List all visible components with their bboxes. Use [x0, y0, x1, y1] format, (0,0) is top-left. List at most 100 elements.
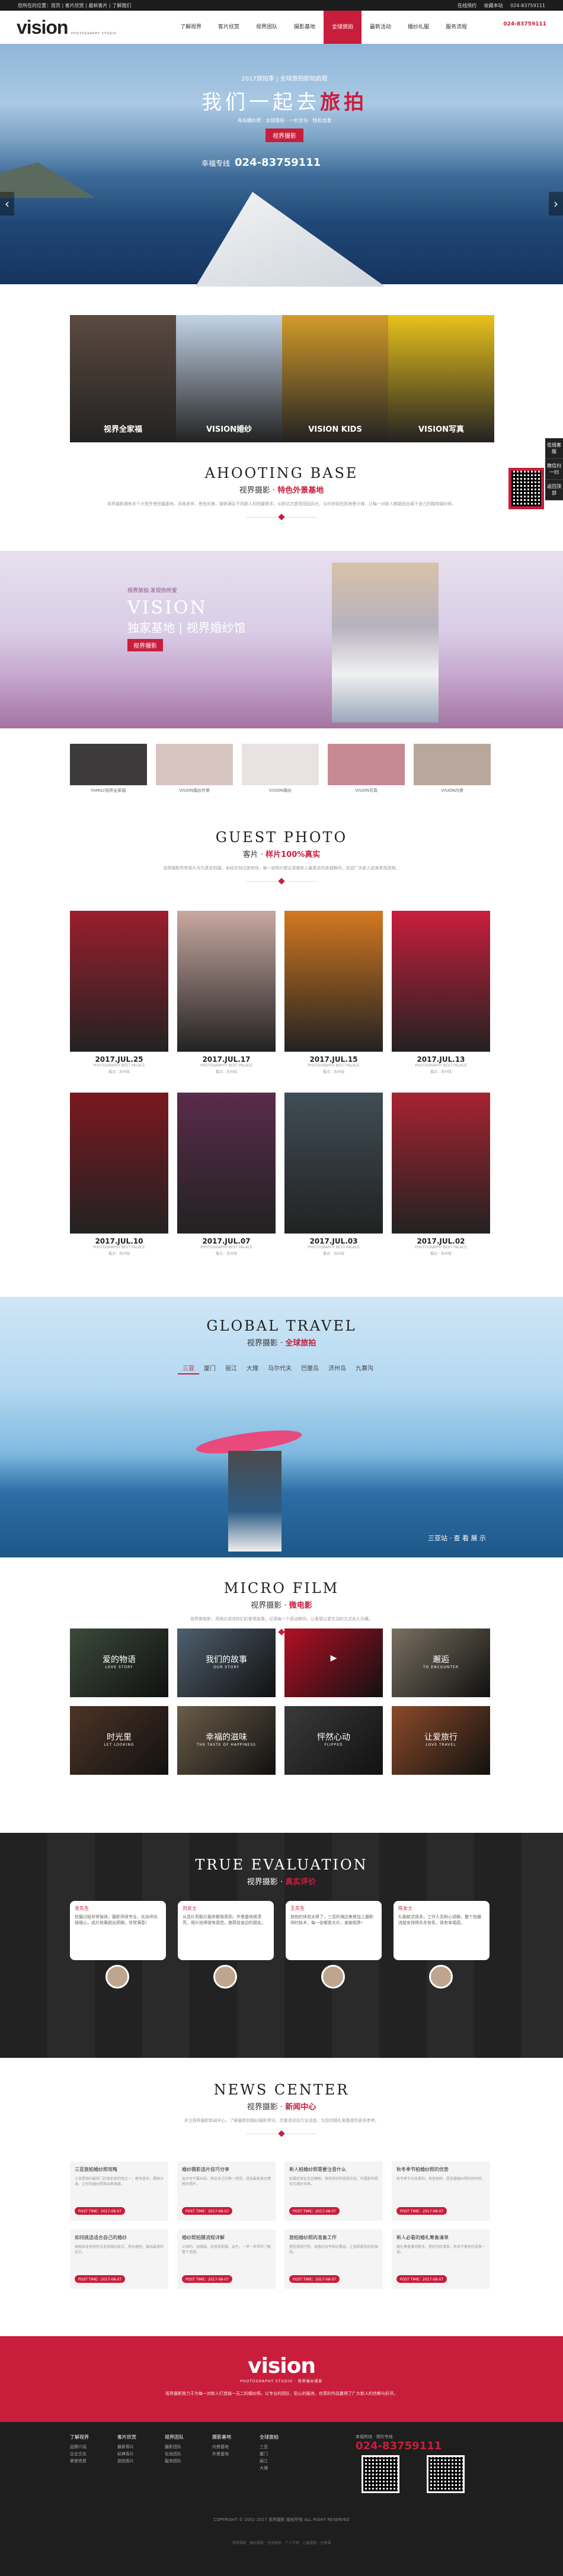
avatar [105, 1965, 129, 1989]
footer-columns: 了解视界 品牌介绍 企业文化 荣誉资质 客片欣赏 最新客片 经典客片 旅拍客片 视界团队 摄影团队… [70, 2434, 307, 2472]
news-card[interactable]: 秋冬季节拍婚纱照的优势 秋冬季节光线柔和，景色独特，是拍摄婚纱照的好时机。 POST… [392, 2161, 490, 2221]
news-card[interactable]: 婚纱照拍摄流程详解 从预约、选服装、化妆到拍摄、选片，一步一步带你了解整个流程。 P… [177, 2230, 276, 2289]
evaluation-card[interactable]: 张先生 拍摄过程非常愉快，摄影师很专业，化妆师也很细心，成片效果超出预期，非常满意… [70, 1901, 166, 1989]
travel-tab[interactable]: 济州岛 [324, 1362, 351, 1374]
guest-photo-card[interactable]: 2017.JUL.03 PHOTOGRAPHY BEST PALACE 摄点：苏州馆 [284, 1093, 383, 1256]
evaluation-card[interactable]: 刘女士 从选片到取片服务都很周到，外景基地很漂亮，照片拍得很有感觉，推荐给身边的朋… [178, 1901, 274, 1989]
base-thumb-image [328, 744, 405, 785]
footer-column-heading: 了解视界 [70, 2434, 89, 2440]
travel-tab[interactable]: 厦门 [199, 1362, 220, 1374]
category-label: 视界全家福 [103, 425, 142, 434]
online-service-button[interactable]: 在线客服 [545, 438, 563, 459]
category-card[interactable]: VISION写真 [388, 315, 494, 442]
guest-photo-card[interactable]: 2017.JUL.17 PHOTOGRAPHY BEST PALACE 摄点：苏州馆 [177, 911, 276, 1074]
base-thumb-label: VISION写真 [354, 788, 378, 793]
nav-item[interactable]: 客片欣赏 [210, 11, 248, 44]
book-link[interactable]: 在线预约 [458, 3, 476, 8]
nav-item-active[interactable]: 全球旅拍 [324, 11, 362, 44]
guest-photo-card[interactable]: 2017.JUL.13 PHOTOGRAPHY BEST PALACE 摄点：苏州馆 [392, 911, 490, 1074]
film-card[interactable]: 时光里 LET LOOKING [70, 1706, 168, 1775]
film-card[interactable]: 幸福的滋味 THE TASTE OF HAPPINESS [177, 1706, 276, 1775]
footer-link[interactable]: 丽江 [260, 2458, 307, 2465]
news-card[interactable]: 如何挑选适合自己的婚纱 根据自身身材特点选择婚纱款式，扬长避短，展现最美的自己。 P… [70, 2230, 168, 2289]
guest-photo-card[interactable]: 2017.JUL.10 PHOTOGRAPHY BEST PALACE 摄点：苏州馆 [70, 1093, 168, 1256]
film-card[interactable]: 让爱旅行 LOVE TRAVEL [392, 1706, 490, 1775]
travel-tab[interactable]: 马尔代夫 [263, 1362, 296, 1374]
header: vision PHOTOGRAPHY STUDIO 了解视界 客片欣赏 视界团队… [0, 11, 563, 44]
prev-arrow-icon[interactable]: ‹ [0, 192, 14, 216]
travel-tab[interactable]: 巴厘岛 [296, 1362, 324, 1374]
film-card[interactable]: 邂逅 TO ENCOUNTER [392, 1629, 490, 1697]
travel-tab[interactable]: 九寨沟 [351, 1362, 378, 1374]
guest-photo-card[interactable]: 2017.JUL.07 PHOTOGRAPHY BEST PALACE 摄点：苏州馆 [177, 1093, 276, 1256]
nav-item[interactable]: 最新活动 [362, 11, 399, 44]
footer-link[interactable]: 外景基地 [212, 2450, 260, 2458]
footer-link[interactable]: 经典客片 [117, 2450, 165, 2458]
news-post-time: POST TIME：2017-08-07 [75, 2207, 125, 2215]
footer-link[interactable]: 品牌介绍 [70, 2443, 117, 2450]
footer-link[interactable]: 摄影团队 [165, 2443, 212, 2450]
next-arrow-icon[interactable]: › [549, 192, 563, 216]
base-thumb[interactable]: FAMILY视界全家福 [70, 744, 147, 794]
news-desc: 选片时不要纠结，相信自己的第一感觉，挑选最能表达情感的照片。 [182, 2177, 271, 2186]
nav-item[interactable]: 摄影基地 [286, 11, 324, 44]
hero-phone-number: 024-83759111 [235, 156, 321, 169]
travel-tab[interactable]: 大理 [242, 1362, 263, 1374]
category-card[interactable]: VISION KIDS [282, 315, 388, 442]
reviewer-name: 陈女士 [398, 1906, 412, 1911]
base-thumb[interactable]: VISION写真 [328, 744, 405, 794]
travel-tab[interactable]: 三亚 [178, 1362, 199, 1374]
banner-button[interactable]: 视界摄影 [127, 639, 163, 651]
guest-photo-image [284, 1093, 383, 1234]
nav-item[interactable]: 婚纱礼服 [399, 11, 437, 44]
travel-tab[interactable]: 丽江 [220, 1362, 242, 1374]
nav-item[interactable]: 视界团队 [248, 11, 286, 44]
base-thumb[interactable]: VISION婚纱外景 [156, 744, 233, 794]
category-card[interactable]: 视界全家福 [70, 315, 176, 442]
footer-brand: vision PHOTOGRAPHY STUDIO · 视界婚纱摄影 视界摄影致… [0, 2336, 563, 2422]
footer-link[interactable]: 大理 [260, 2465, 307, 2472]
film-card[interactable]: 怦然心动 FLIPPED [284, 1706, 383, 1775]
photo-location: 摄点：苏州馆 [430, 1070, 452, 1074]
news-card[interactable]: 三亚旅拍婚纱照攻略 三亚是国内最热门的旅拍目的地之一，碧海蓝天，椰林沙滩，让你的婚… [70, 2161, 168, 2221]
category-cards: 视界全家福 VISION婚纱 VISION KIDS VISION写真 [70, 315, 494, 442]
travel-sign[interactable]: 三亚站 · 查 看 展 示 [428, 1533, 486, 1543]
footer-link[interactable]: 服务团队 [165, 2458, 212, 2465]
logo[interactable]: vision [17, 17, 68, 38]
section-title-cn: 视界摄影 · 微电影 [0, 1599, 563, 1610]
footer-link[interactable]: 化妆团队 [165, 2450, 212, 2458]
footer-desc: 视界摄影致力于为每一对新人打造独一无二的婚纱照，以专业的团队、贴心的服务、优质的… [165, 2391, 398, 2396]
photo-date: 2017.JUL.13 [417, 1055, 465, 1064]
film-card[interactable]: ▶ [284, 1629, 383, 1697]
footer-link[interactable]: 厦门 [260, 2450, 307, 2458]
news-card[interactable]: 新人拍婚纱照需要注意什么 拍摄前保证充足睡眠，保持良好的皮肤状态，和摄影师提前沟通… [284, 2161, 383, 2221]
footer-link[interactable]: 最新客片 [117, 2443, 165, 2450]
favorite-link[interactable]: 收藏本站 [484, 3, 503, 8]
footer-link[interactable]: 三亚 [260, 2443, 307, 2450]
guest-photo-card[interactable]: 2017.JUL.15 PHOTOGRAPHY BEST PALACE 摄点：苏州馆 [284, 911, 383, 1074]
footer-link[interactable]: 企业文化 [70, 2450, 117, 2458]
news-card[interactable]: 旅拍婚纱照的准备工作 提前规划行程，准备好证件和必需品，让旅拍更加轻松愉快。 POS… [284, 2230, 383, 2289]
photo-sub: PHOTOGRAPHY BEST PALACE [200, 1064, 252, 1068]
film-card[interactable]: 我们的故事 OUR STORY [177, 1629, 276, 1697]
footer: 了解视界 品牌介绍 企业文化 荣誉资质 客片欣赏 最新客片 经典客片 旅拍客片 视界团队 摄影团队… [0, 2422, 563, 2576]
nav-item[interactable]: 了解视界 [172, 11, 210, 44]
film-card[interactable]: 爱的物语 LOVE STORY [70, 1629, 168, 1697]
news-post-time: POST TIME：2017-08-07 [289, 2207, 340, 2215]
evaluation-card[interactable]: 陈女士 礼服款式很多，工作人员耐心讲解，整个拍摄流程安排得井井有条，很有幸福感。 [394, 1901, 490, 1989]
base-thumb[interactable]: VISION内景 [414, 744, 491, 794]
category-card[interactable]: VISION婚纱 [176, 315, 282, 442]
evaluation-card[interactable]: 王先生 旅拍的体验太棒了，三亚的海边美景加上摄影师的技术，每一张都是大片，谢谢视界… [286, 1901, 382, 1989]
guest-photo-card[interactable]: 2017.JUL.02 PHOTOGRAPHY BEST PALACE 摄点：苏州馆 [392, 1093, 490, 1256]
guest-photo-card[interactable]: 2017.JUL.25 PHOTOGRAPHY BEST PALACE 摄点：苏州馆 [70, 911, 168, 1074]
nav-item[interactable]: 服务流程 [437, 11, 475, 44]
footer-logo[interactable]: vision [0, 2354, 563, 2378]
hero-button[interactable]: 视界摄影 [265, 129, 303, 142]
footer-link[interactable]: 旅拍客片 [117, 2458, 165, 2465]
news-card[interactable]: 新人必看的婚礼筹备清单 婚礼筹备事项繁多，提前列好清单，有条不紊地完成每一项。 PO… [392, 2230, 490, 2289]
news-card[interactable]: 婚纱摄影选片技巧分享 选片时不要纠结，相信自己的第一感觉，挑选最能表达情感的照片。… [177, 2161, 276, 2221]
news-title: 婚纱照拍摄流程详解 [182, 2235, 225, 2240]
footer-link[interactable]: 内景基地 [212, 2443, 260, 2450]
footer-link[interactable]: 荣誉资质 [70, 2458, 117, 2465]
base-thumb[interactable]: VISION婚纱 [242, 744, 319, 794]
